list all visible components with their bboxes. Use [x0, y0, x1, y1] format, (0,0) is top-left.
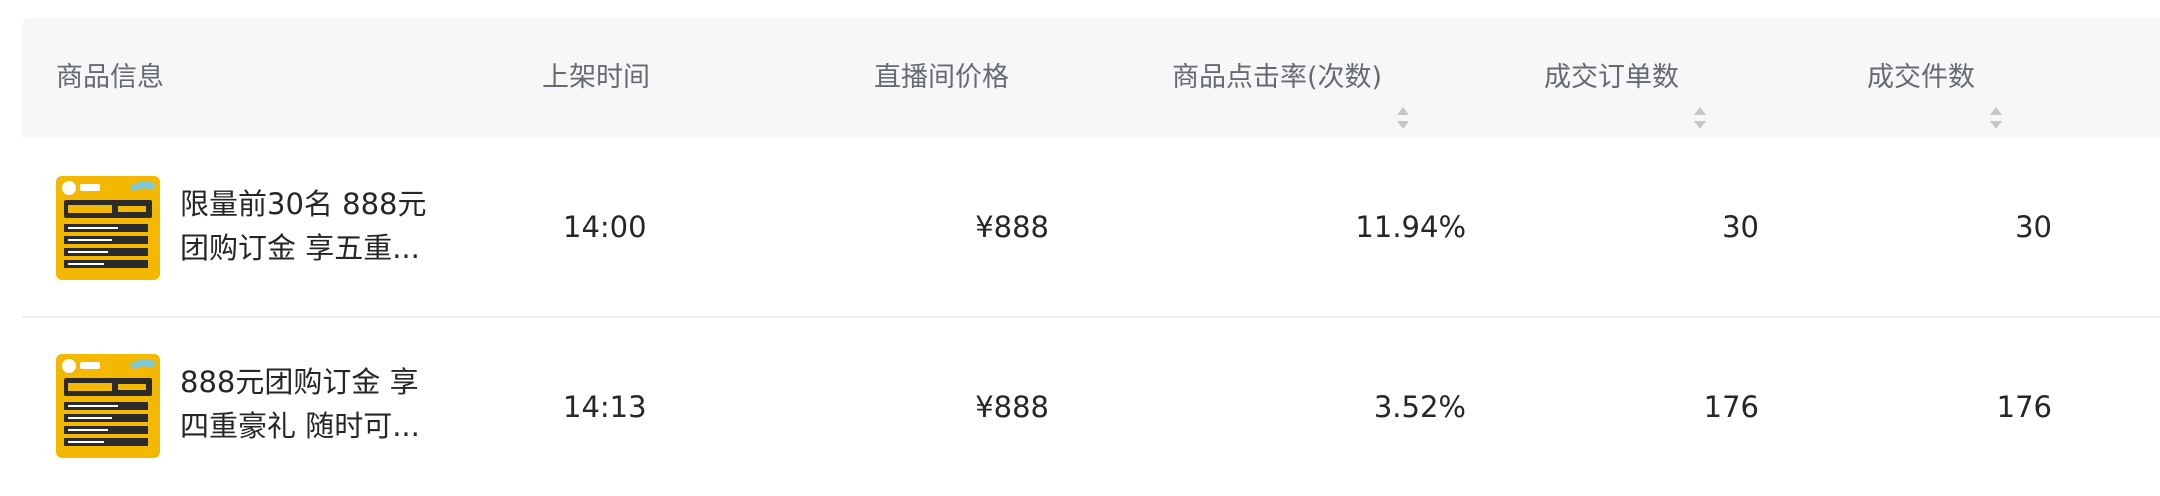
col-header-click-rate-label: 商品点击率(次数)	[1172, 62, 1383, 93]
item-count: 30	[2015, 210, 2052, 244]
product-name-line1: 限量前30名 888元	[180, 187, 427, 221]
table-row[interactable]: 限量前30名 888元 团购订金 享五重... 14:00 ¥888 11.94…	[22, 138, 2160, 318]
order-count: 176	[1703, 390, 1759, 424]
product-name-line2: 团购订金 享五重...	[180, 231, 420, 265]
order-count: 30	[1722, 210, 1759, 244]
col-header-orders[interactable]: 成交订单数	[1544, 18, 1707, 138]
product-name-line1: 888元团购订金 享	[180, 365, 419, 399]
live-price: ¥888	[975, 210, 1049, 244]
col-header-live-price: 直播间价格	[874, 62, 1009, 93]
col-header-items[interactable]: 成交件数	[1867, 18, 2003, 138]
item-count: 176	[1996, 390, 2052, 424]
click-rate: 11.94%	[1355, 210, 1466, 244]
product-thumbnail[interactable]	[56, 354, 160, 458]
table-row[interactable]: 888元团购订金 享 四重豪礼 随时可... 14:13 ¥888 3.52% …	[22, 318, 2160, 496]
product-name[interactable]: 888元团购订金 享 四重豪礼 随时可...	[180, 360, 450, 448]
listed-time: 14:00	[563, 210, 647, 244]
live-price: ¥888	[975, 390, 1049, 424]
product-table: 商品信息 上架时间 直播间价格 商品点击率(次数) 成交订单数 成交件数 限量前…	[22, 18, 2160, 496]
click-rate: 3.52%	[1373, 390, 1466, 424]
col-header-listed-time: 上架时间	[542, 62, 650, 93]
product-name-line2: 四重豪礼 随时可...	[180, 409, 420, 443]
sort-up-down-icon[interactable]	[1396, 63, 1410, 129]
col-header-orders-label: 成交订单数	[1544, 62, 1679, 93]
sort-up-down-icon[interactable]	[1989, 63, 2003, 129]
col-header-product-info: 商品信息	[56, 62, 164, 93]
product-name[interactable]: 限量前30名 888元 团购订金 享五重...	[180, 182, 450, 270]
table-header: 商品信息 上架时间 直播间价格 商品点击率(次数) 成交订单数 成交件数	[22, 18, 2160, 138]
col-header-items-label: 成交件数	[1867, 62, 1975, 93]
sort-up-down-icon[interactable]	[1693, 63, 1707, 129]
product-thumbnail[interactable]	[56, 176, 160, 280]
col-header-click-rate[interactable]: 商品点击率(次数)	[1172, 18, 1410, 138]
listed-time: 14:13	[563, 390, 647, 424]
